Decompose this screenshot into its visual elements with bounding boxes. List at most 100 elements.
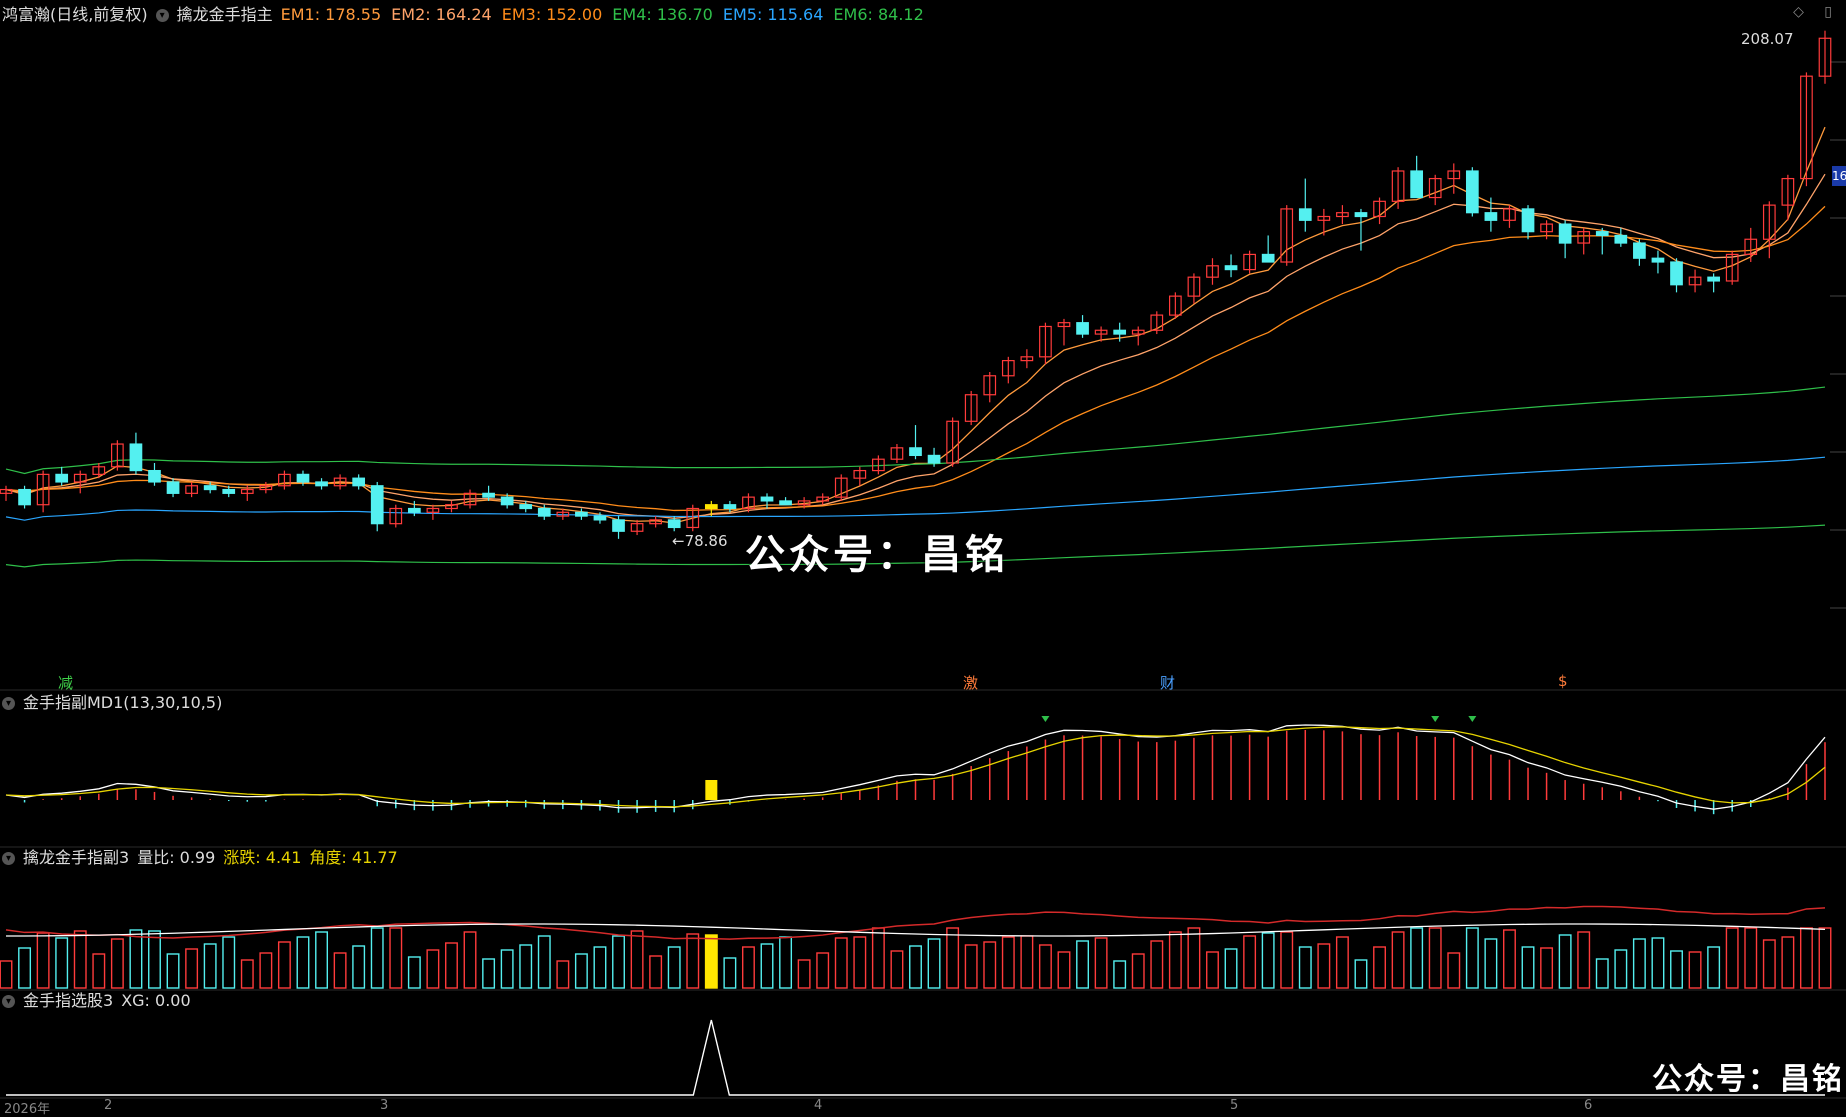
em-value-3: EM3: 152.00 (501, 5, 603, 24)
candle-body (1484, 212, 1498, 221)
moving-average-lines (5, 126, 1826, 568)
sub2-title: 擒龙金手指副3 (23, 848, 130, 867)
volume-bar (1447, 952, 1461, 989)
event-tag-dollar[interactable]: $ (1558, 672, 1568, 690)
volume-bar (1224, 948, 1238, 989)
volume-bar (1799, 927, 1813, 989)
window-controls[interactable]: ◇ ▯ (1793, 4, 1840, 20)
candle-body (1595, 231, 1609, 237)
volume-bar (1150, 940, 1164, 989)
volume-bar (1744, 927, 1758, 989)
volume-bar (1707, 946, 1721, 989)
x-tick-feb: 2 (104, 1098, 113, 1113)
volume-bar (834, 937, 848, 989)
low-price-label: ←78.86 (672, 532, 728, 550)
volume-bar (612, 935, 625, 989)
em-value-2: EM2: 164.24 (391, 5, 492, 24)
volume-bar (630, 930, 644, 989)
volume-bar (1187, 927, 1201, 989)
candle-body (593, 515, 607, 521)
sub1-title: 金手指副MD1(13,30,10,5) (23, 693, 223, 712)
candle-body (1076, 322, 1089, 335)
volume-bar (1354, 959, 1368, 989)
xg-signal-line (6, 1019, 1825, 1096)
candle-body (1410, 170, 1424, 199)
volume-bar (1317, 943, 1331, 989)
volume-bar (1113, 960, 1127, 989)
event-tag-incentive[interactable]: 激 (963, 672, 978, 693)
toggle-indicator-icon[interactable]: ▾ (155, 8, 169, 22)
volume-bar (1076, 940, 1090, 989)
volume-ratio-panel (0, 905, 1832, 989)
volume-bar (407, 956, 421, 989)
right-price-tag: 16 (1832, 166, 1846, 186)
volume-bar (593, 946, 607, 989)
volume-bar (1818, 927, 1832, 989)
toggle-indicator-icon[interactable]: ▾ (2, 696, 15, 710)
candle-body (667, 519, 681, 529)
candle-body (1113, 329, 1127, 335)
volume-bar (1206, 951, 1219, 989)
volume-bar (1410, 927, 1424, 989)
volume-bar (315, 931, 328, 989)
em-value-1: EM1: 178.55 (280, 5, 382, 24)
volume-bar (1651, 937, 1665, 989)
volume-bar (1540, 947, 1554, 989)
volume-bar (1762, 939, 1776, 989)
volume-bar (649, 955, 663, 989)
candle-body (1707, 276, 1720, 282)
watermark-corner: 公众号：昌铭 (1652, 1062, 1844, 1097)
high-price-label: 208.07 (1741, 30, 1794, 48)
toggle-indicator-icon[interactable]: ▾ (2, 994, 15, 1008)
candle-body (909, 447, 922, 457)
candle-body (519, 504, 533, 510)
candle-body (500, 496, 514, 506)
volume-bar (203, 943, 217, 989)
volume-bar (110, 938, 124, 989)
volume-bar (1298, 946, 1312, 989)
volume-bar (1484, 938, 1498, 989)
signal-marker (1468, 716, 1477, 722)
volume-bar (1428, 927, 1442, 989)
volume-bar (36, 932, 50, 989)
volume-bar (1725, 927, 1739, 989)
volume-bar (871, 927, 885, 989)
em-value-6: EM6: 84.12 (833, 5, 924, 24)
event-tag-finance[interactable]: 财 (1160, 672, 1175, 693)
candle-body (1261, 253, 1275, 263)
main-indicator-name: 擒龙金手指主 (176, 5, 273, 24)
volume-bar (500, 949, 514, 989)
candle-body (55, 473, 69, 483)
volume-bar (1335, 936, 1349, 989)
volume-bar (1503, 929, 1516, 989)
volume-bar (1391, 931, 1405, 989)
toggle-indicator-icon[interactable]: ▾ (2, 851, 15, 865)
volume-bar (890, 950, 904, 989)
candle-body (1614, 234, 1628, 244)
volume-bar (723, 957, 737, 989)
candle-body (575, 511, 588, 517)
stock-title: 鸿富瀚(日线,前复权) (2, 5, 148, 24)
volume-bar (1670, 950, 1683, 989)
volume-bar (1243, 935, 1257, 989)
x-tick-mar: 3 (380, 1098, 389, 1113)
main-panel-header: 鸿富瀚(日线,前复权) ▾ 擒龙金手指主 EM1: 178.55 EM2: 164… (0, 2, 924, 28)
candle-body (1521, 208, 1535, 233)
signal-marker (1431, 716, 1440, 722)
volume-bar (1020, 935, 1034, 989)
volume-bar (370, 927, 384, 989)
volume-bar (741, 946, 755, 989)
candle-body (723, 504, 737, 510)
volume-bar (166, 953, 180, 989)
volume-bar (1038, 944, 1052, 989)
ema-line-3 (5, 205, 1826, 512)
volume-bar (519, 944, 533, 989)
volume-bar (779, 936, 793, 989)
volume-bar (0, 960, 13, 989)
sub1-header: ▾ 金手指副MD1(13,30,10,5) (0, 690, 222, 716)
volume-bar (1094, 937, 1108, 989)
candle-body (407, 507, 421, 513)
volume-bar (1168, 931, 1182, 989)
signal-marker (1041, 716, 1050, 722)
volume-bar (1688, 951, 1702, 989)
